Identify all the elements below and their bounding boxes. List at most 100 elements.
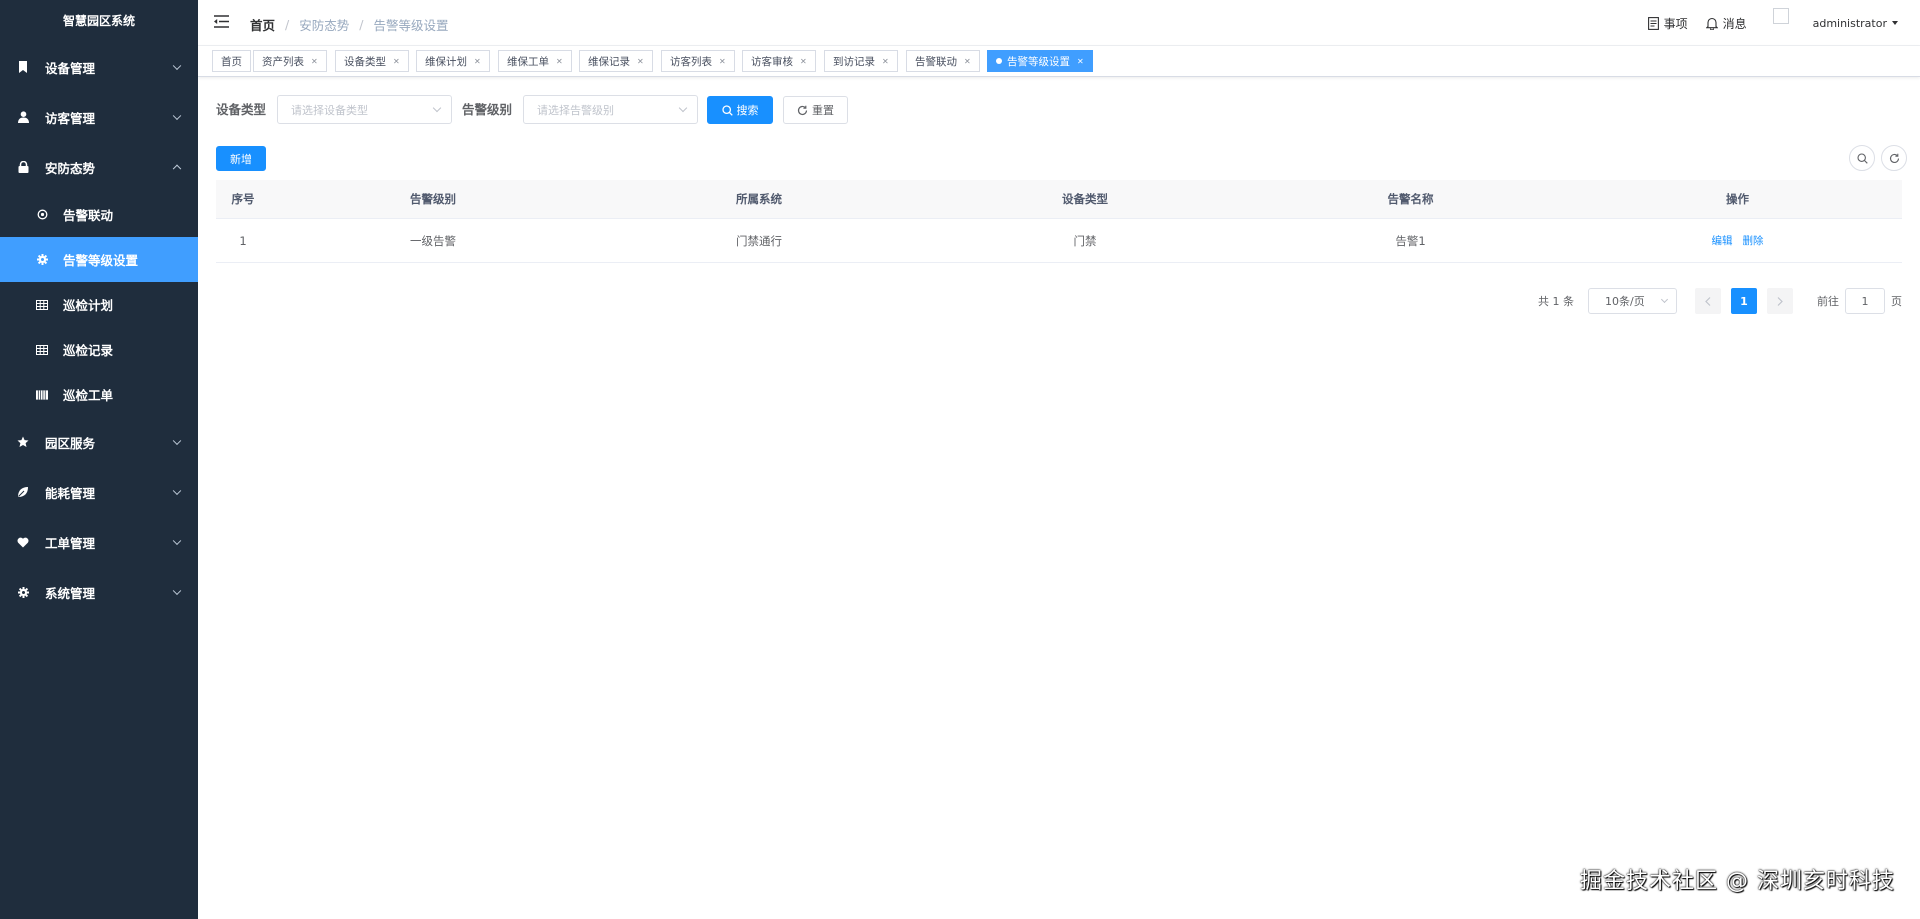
close-icon[interactable]: ✕: [393, 57, 400, 66]
close-icon[interactable]: ✕: [719, 57, 726, 66]
chevron-right-icon: [1777, 296, 1783, 306]
refresh-button[interactable]: [1881, 145, 1907, 171]
page-suffix: 页: [1891, 295, 1902, 308]
sidebar-item-inspection-work-order[interactable]: 巡检工单: [0, 372, 198, 417]
tag-label: 首页: [221, 55, 242, 68]
sidebar-item-security-situation[interactable]: 安防态势: [0, 142, 198, 192]
sidebar-item-label: 能耗管理: [45, 485, 96, 501]
delete-button[interactable]: 删除: [1743, 233, 1764, 248]
avatar[interactable]: [1772, 8, 1789, 24]
breadcrumb-home[interactable]: 首页: [250, 15, 275, 34]
device-type-select[interactable]: 请选择设备类型: [277, 95, 452, 124]
alarm-level-select[interactable]: 请选择告警级别: [523, 95, 698, 124]
tag-home[interactable]: 首页: [212, 50, 251, 72]
user-dropdown[interactable]: administrator: [1813, 17, 1898, 30]
toggle-search-button[interactable]: [1849, 145, 1875, 171]
sidebar-item-device-management[interactable]: 设备管理: [0, 42, 198, 92]
breadcrumb-separator: /: [285, 17, 290, 32]
leaf-icon: [16, 485, 30, 499]
cell-index: 1: [239, 233, 247, 248]
chevron-down-icon: [1660, 295, 1669, 304]
add-button[interactable]: 新增: [216, 146, 266, 171]
cell-alarm-level: 一级告警: [410, 233, 456, 248]
tag-label: 资产列表: [262, 55, 304, 68]
reset-button[interactable]: 重置: [783, 96, 848, 124]
app-title: 智慧园区系统: [62, 14, 135, 28]
sidebar-item-energy-management[interactable]: 能耗管理: [0, 467, 198, 517]
chevron-up-icon: [172, 164, 182, 174]
star-icon: [16, 435, 30, 449]
sidebar-item-inspection-record[interactable]: 巡检记录: [0, 327, 198, 372]
chevron-down-icon: [172, 586, 182, 596]
page-size-select[interactable]: 10条/页: [1588, 288, 1677, 314]
sidebar-item-alarm-linkage[interactable]: 告警联动: [0, 192, 198, 237]
sidebar-item-label: 工单管理: [45, 535, 96, 551]
search-icon: [721, 104, 733, 116]
search-button[interactable]: 搜索: [707, 96, 773, 124]
message-button[interactable]: 消息: [1705, 15, 1747, 32]
close-icon[interactable]: ✕: [1077, 57, 1084, 66]
edit-button[interactable]: 编辑: [1712, 233, 1733, 248]
close-icon[interactable]: ✕: [556, 57, 563, 66]
tag-visitor-list[interactable]: 访客列表 ✕: [661, 50, 735, 72]
close-icon[interactable]: ✕: [637, 57, 644, 66]
column-header: 告警名称: [1387, 192, 1434, 206]
column-header: 告警级别: [410, 192, 456, 206]
active-dot: [996, 58, 1002, 64]
chevron-down-icon: [432, 103, 442, 113]
document-icon: [1647, 16, 1659, 30]
cell-device-type: 门禁: [1073, 233, 1097, 248]
chevron-down-icon: [172, 436, 182, 446]
todo-label: 事项: [1663, 16, 1688, 31]
sidebar-item-alarm-level-settings[interactable]: 告警等级设置: [0, 237, 198, 282]
todo-button[interactable]: 事项: [1647, 15, 1688, 32]
list-icon: [36, 389, 48, 401]
page-number-current[interactable]: 1: [1731, 288, 1757, 314]
tag-alarm-level-settings[interactable]: 告警等级设置 ✕: [987, 50, 1093, 72]
sidebar-item-visitor-management[interactable]: 访客管理: [0, 92, 198, 142]
gear-icon: [16, 585, 30, 599]
alarm-level-placeholder: 请选择告警级别: [537, 103, 614, 117]
goto-label: 前往: [1817, 295, 1839, 308]
sidebar-item-label: 告警等级设置: [63, 253, 139, 268]
hamburger-icon[interactable]: [214, 15, 229, 28]
sidebar-item-label: 巡检工单: [63, 388, 114, 403]
tag-visitor-review[interactable]: 访客审核 ✕: [742, 50, 816, 72]
username: administrator: [1812, 16, 1887, 30]
chevron-left-icon: [1705, 296, 1711, 306]
navbar: 首页 / 安防态势 / 告警等级设置 事项 消息 administrator: [198, 0, 1920, 46]
close-icon[interactable]: ✕: [474, 57, 481, 66]
sidebar-item-label: 园区服务: [45, 435, 96, 451]
sidebar-item-inspection-plan[interactable]: 巡检计划: [0, 282, 198, 327]
refresh-icon: [1889, 153, 1899, 163]
sidebar-item-label: 巡检记录: [63, 343, 114, 358]
column-header: 所属系统: [736, 192, 782, 206]
tag-device-type[interactable]: 设备类型 ✕: [335, 50, 409, 72]
tag-maintenance-plan[interactable]: 维保计划 ✕: [416, 50, 490, 72]
sidebar-item-label: 安防态势: [45, 160, 96, 176]
tag-visit-record[interactable]: 到访记录 ✕: [824, 50, 898, 72]
sidebar-item-work-order-management[interactable]: 工单管理: [0, 517, 198, 567]
tag-maintenance-work-order[interactable]: 维保工单 ✕: [498, 50, 572, 72]
goto-page-input[interactable]: 1: [1845, 288, 1885, 314]
cell-alarm-name: 告警1: [1395, 233, 1426, 248]
close-icon[interactable]: ✕: [964, 57, 971, 66]
tag-maintenance-record[interactable]: 维保记录 ✕: [579, 50, 653, 72]
sidebar-item-system-management[interactable]: 系统管理: [0, 567, 198, 617]
tags-view: 首页 资产列表 ✕ 设备类型 ✕ 维保计划 ✕ 维保工单 ✕ 维保记录 ✕ 访客列表 ✕ 访…: [198, 46, 1920, 77]
chevron-down-icon: [172, 486, 182, 496]
close-icon[interactable]: ✕: [800, 57, 807, 66]
next-page-button[interactable]: [1767, 288, 1793, 314]
tag-asset-list[interactable]: 资产列表 ✕: [253, 50, 327, 72]
tag-label: 维保工单: [507, 55, 549, 68]
alarm-level-label: 告警级别: [462, 102, 513, 117]
tag-label: 访客审核: [751, 55, 793, 68]
tag-alarm-linkage[interactable]: 告警联动 ✕: [906, 50, 980, 72]
prev-page-button[interactable]: [1695, 288, 1721, 314]
breadcrumb-separator: /: [359, 17, 364, 32]
bookmark-icon: [16, 60, 30, 74]
close-icon[interactable]: ✕: [311, 57, 318, 66]
breadcrumb-current: 告警等级设置: [373, 18, 449, 33]
sidebar-item-park-service[interactable]: 园区服务: [0, 417, 198, 467]
close-icon[interactable]: ✕: [882, 57, 889, 66]
